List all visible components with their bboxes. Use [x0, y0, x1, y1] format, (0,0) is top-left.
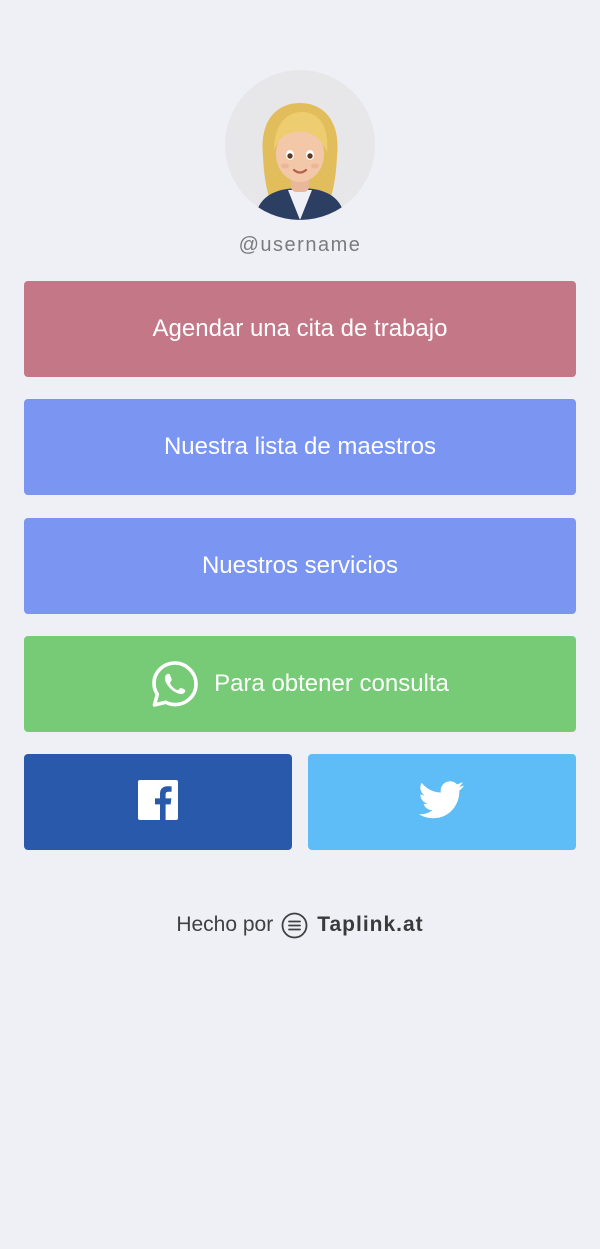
avatar	[225, 70, 375, 220]
whatsapp-icon	[151, 660, 199, 708]
button-label: Nuestros servicios	[201, 552, 399, 579]
schedule-appointment-button[interactable]: Agendar una cita de trabajo	[24, 281, 576, 377]
twitter-icon	[418, 780, 465, 824]
profile-page: @username Agendar una cita de trabajo Nu…	[0, 0, 600, 1249]
woman-blond-hair-emoji-icon	[255, 103, 345, 220]
facebook-button[interactable]	[24, 754, 292, 850]
button-label: Para obtener consulta	[214, 670, 449, 697]
masters-list-button[interactable]: Nuestra lista de maestros	[24, 399, 576, 495]
footer: Hecho por Taplink.at	[0, 910, 600, 940]
footer-made-by-text: Hecho por	[176, 913, 274, 936]
button-label: Agendar una cita de trabajo	[152, 315, 448, 342]
twitter-button[interactable]	[308, 754, 576, 850]
services-button[interactable]: Nuestros servicios	[24, 518, 576, 614]
taplink-brand-link[interactable]: Taplink.at	[317, 913, 423, 937]
taplink-logo-icon	[281, 912, 308, 939]
username-label: @username	[238, 234, 362, 256]
facebook-icon	[138, 779, 178, 825]
whatsapp-consult-button[interactable]: Para obtener consulta	[24, 636, 576, 732]
button-label: Nuestra lista de maestros	[163, 433, 437, 460]
